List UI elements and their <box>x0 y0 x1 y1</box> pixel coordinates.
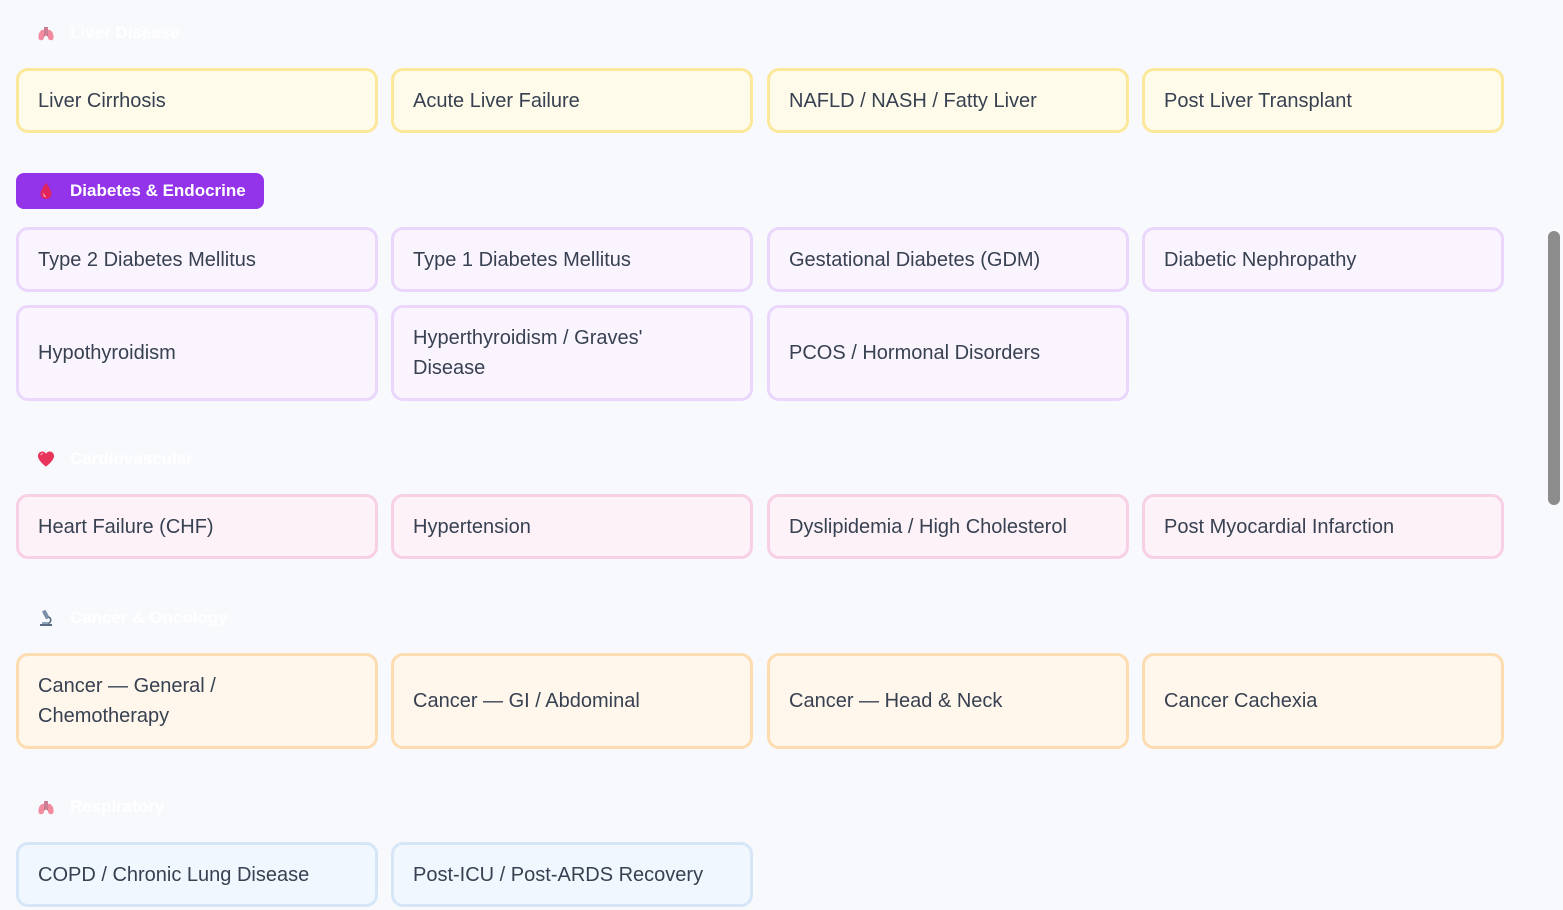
condition-card[interactable]: Cancer — General / Chemotherapy <box>16 653 378 749</box>
condition-label: Cancer — General / Chemotherapy <box>38 675 216 727</box>
condition-label: Acute Liver Failure <box>413 89 580 112</box>
microscope-icon <box>36 608 56 628</box>
condition-label: COPD / Chronic Lung Disease <box>38 863 310 886</box>
condition-label: Type 1 Diabetes Mellitus <box>413 248 631 271</box>
condition-label: Gestational Diabetes (GDM) <box>789 248 1041 271</box>
section-header-cardiovascular[interactable]: Cardiovascular <box>16 441 211 477</box>
vertical-scrollbar[interactable] <box>1543 0 1563 910</box>
condition-card[interactable]: Cancer Cachexia <box>1142 653 1504 749</box>
section-title: Liver Disease <box>70 23 180 42</box>
condition-card[interactable]: NAFLD / NASH / Fatty Liver <box>767 68 1129 133</box>
condition-label: PCOS / Hormonal Disorders <box>789 342 1041 364</box>
condition-card[interactable]: Post-ICU / Post-ARDS Recovery <box>391 842 753 907</box>
condition-card[interactable]: Dyslipidemia / High Cholesterol <box>767 494 1129 559</box>
section-header-diabetes-endocrine[interactable]: Diabetes & Endocrine <box>16 173 264 209</box>
condition-label: Hypertension <box>413 515 531 538</box>
condition-label: Cancer Cachexia <box>1164 690 1318 712</box>
section-title: Cancer & Oncology <box>70 608 228 627</box>
condition-card[interactable]: Post Liver Transplant <box>1142 68 1504 133</box>
blood-drop-icon <box>36 181 56 201</box>
lungs-icon <box>36 797 56 817</box>
scrollbar-thumb[interactable] <box>1548 231 1560 505</box>
heart-icon <box>36 449 56 469</box>
condition-label: Hyperthyroidism / Graves' Disease <box>413 327 643 379</box>
condition-label: NAFLD / NASH / Fatty Liver <box>789 89 1037 112</box>
condition-label: Hypothyroidism <box>38 342 176 364</box>
condition-card[interactable]: Type 1 Diabetes Mellitus <box>391 227 753 292</box>
condition-card[interactable]: Cancer — GI / Abdominal <box>391 653 753 749</box>
condition-card[interactable]: Hypertension <box>391 494 753 559</box>
condition-label: Type 2 Diabetes Mellitus <box>38 248 256 271</box>
section-header-liver-disease[interactable]: Liver Disease <box>16 15 198 51</box>
condition-label: Cancer — Head & Neck <box>789 690 1003 712</box>
condition-card[interactable]: COPD / Chronic Lung Disease <box>16 842 378 907</box>
condition-card[interactable]: Hyperthyroidism / Graves' Disease <box>391 305 753 401</box>
condition-card[interactable]: Liver Cirrhosis <box>16 68 378 133</box>
condition-card[interactable]: Post Myocardial Infarction <box>1142 494 1504 559</box>
condition-card[interactable]: Heart Failure (CHF) <box>16 494 378 559</box>
condition-card[interactable]: Diabetic Nephropathy <box>1142 227 1504 292</box>
section-title: Respiratory <box>70 797 165 816</box>
condition-label: Cancer — GI / Abdominal <box>413 690 640 712</box>
section-title: Cardiovascular <box>70 449 193 468</box>
lungs-icon <box>36 23 56 43</box>
condition-card[interactable]: Hypothyroidism <box>16 305 378 401</box>
condition-label: Post Liver Transplant <box>1164 89 1352 112</box>
condition-card[interactable]: Type 2 Diabetes Mellitus <box>16 227 378 292</box>
condition-label: Heart Failure (CHF) <box>38 515 214 538</box>
section-title: Diabetes & Endocrine <box>70 181 246 200</box>
condition-card[interactable]: Cancer — Head & Neck <box>767 653 1129 749</box>
condition-label: Dyslipidemia / High Cholesterol <box>789 515 1067 538</box>
condition-card[interactable]: PCOS / Hormonal Disorders <box>767 305 1129 401</box>
condition-label: Post Myocardial Infarction <box>1164 515 1395 538</box>
condition-card[interactable]: Gestational Diabetes (GDM) <box>767 227 1129 292</box>
section-header-cancer-oncology[interactable]: Cancer & Oncology <box>16 600 246 636</box>
condition-label: Liver Cirrhosis <box>38 89 166 112</box>
condition-label: Diabetic Nephropathy <box>1164 248 1357 271</box>
condition-card[interactable]: Acute Liver Failure <box>391 68 753 133</box>
condition-label: Post-ICU / Post-ARDS Recovery <box>413 863 704 886</box>
section-header-respiratory[interactable]: Respiratory <box>16 789 182 825</box>
